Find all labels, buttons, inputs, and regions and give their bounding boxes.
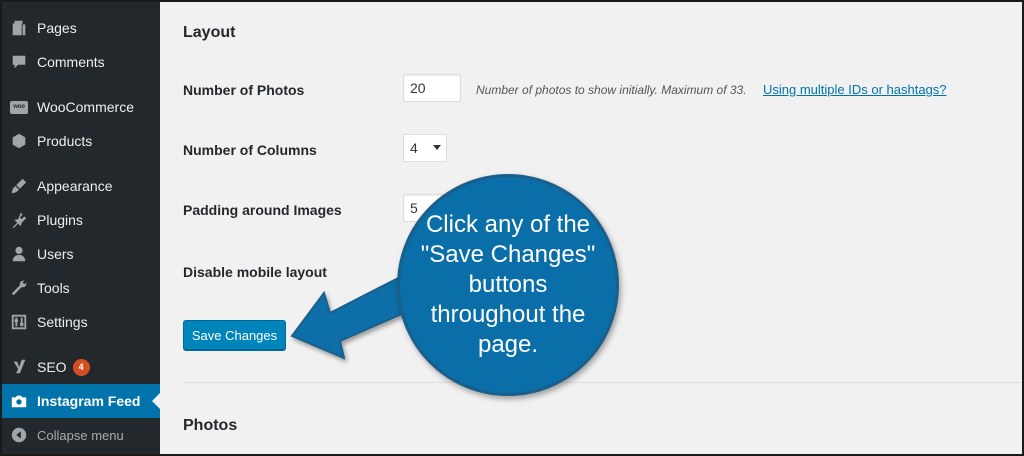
screenshot-frame: Pages Comments woo WooCommerce Products … [0, 0, 1024, 456]
callout-text: Click any of the "Save Changes" buttons … [420, 211, 596, 358]
callout-bubble: Click any of the "Save Changes" buttons … [397, 174, 619, 396]
